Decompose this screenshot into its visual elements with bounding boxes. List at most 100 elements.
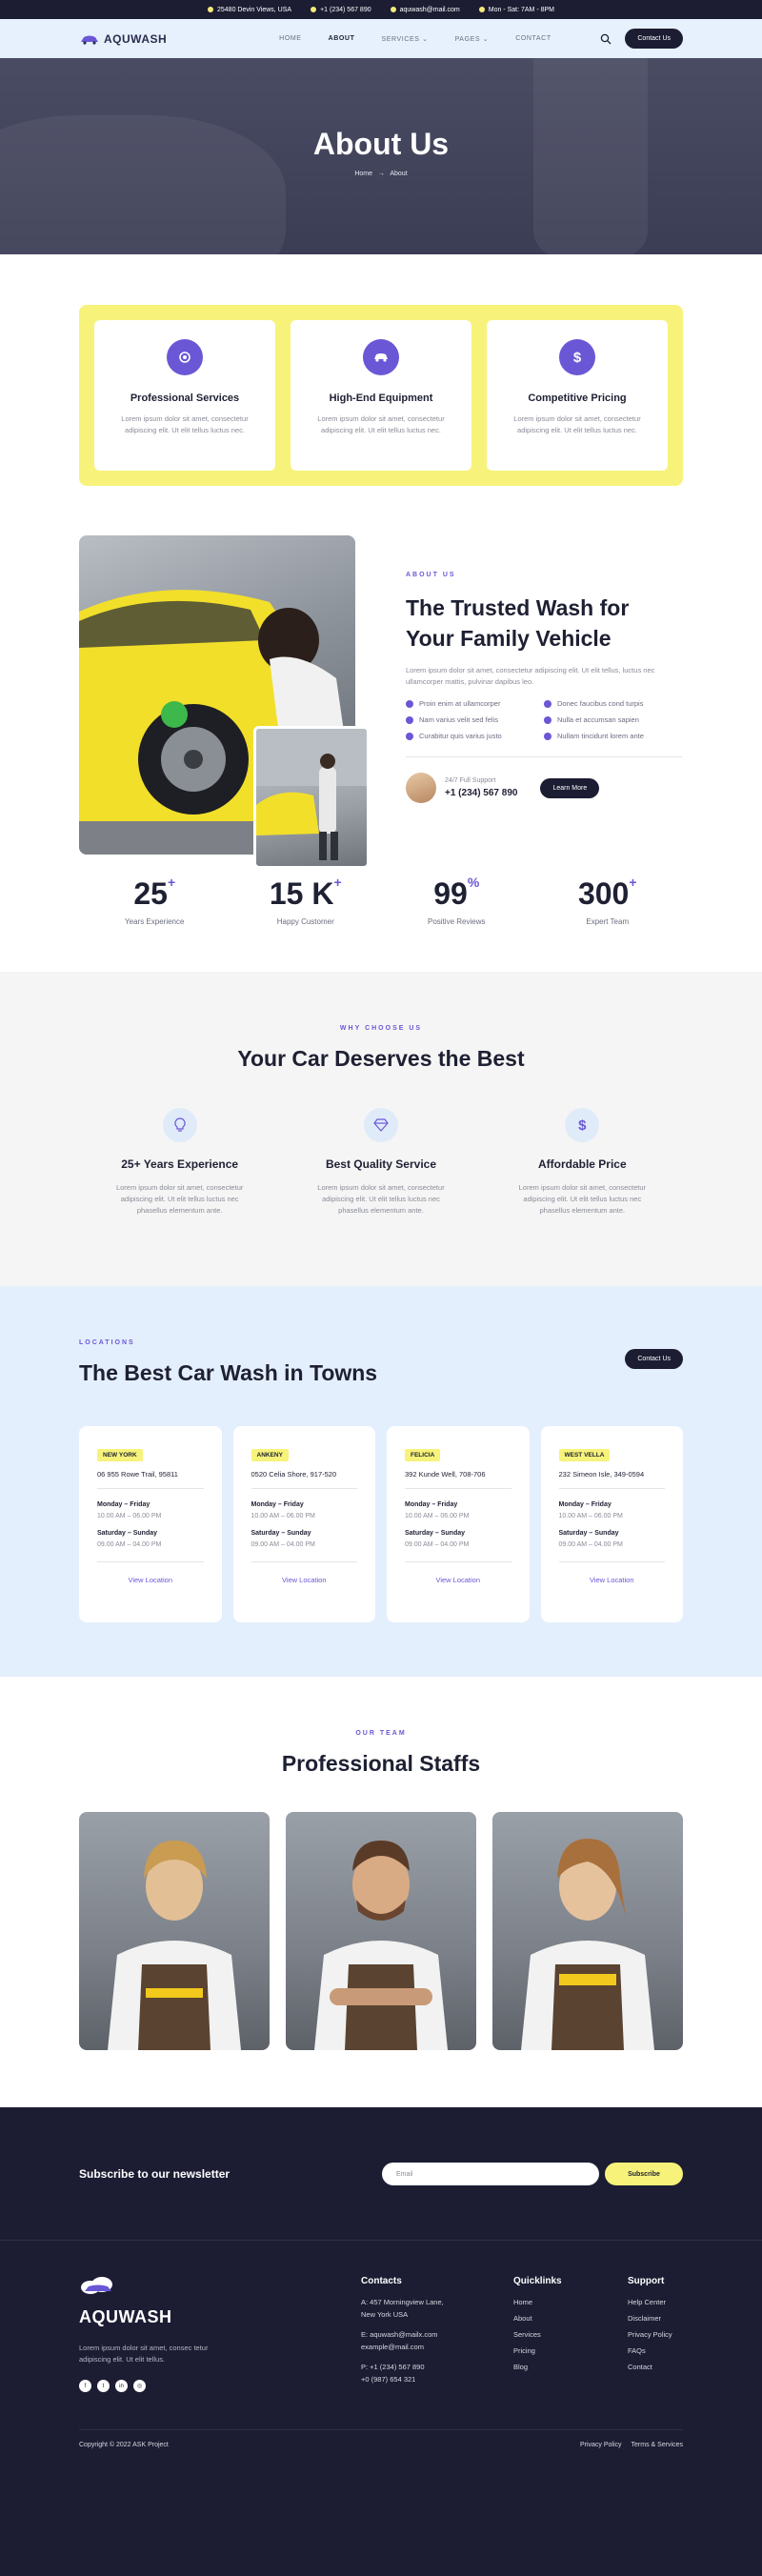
newsletter-title: Subscribe to our newsletter (79, 2167, 231, 2181)
footer-link[interactable]: Contact (628, 2361, 672, 2373)
site-logo[interactable]: AQUWASH (79, 32, 167, 46)
copyright: Copyright © 2022 ASK Project (79, 2442, 169, 2448)
footer-link[interactable]: About (513, 2312, 628, 2324)
address-line: A: 457 Morningview Lane, (361, 2298, 444, 2306)
view-location-link[interactable]: View Location (558, 1561, 665, 1584)
newsletter-form: Email Subscribe (382, 2163, 683, 2185)
facebook-icon[interactable]: f (79, 2380, 91, 2392)
topbar-email[interactable]: aquwash@mail.com (390, 7, 460, 13)
footer-link[interactable]: Pricing (513, 2345, 628, 2357)
stat-label: Happy Customer (276, 917, 334, 926)
nav-item-services[interactable]: SERVICES ⌄ (381, 35, 428, 43)
phone-icon (311, 7, 317, 12)
footer-link[interactable]: Home (513, 2296, 628, 2308)
footer-phone[interactable]: P: +1 (234) 567 890 +0 (987) 654 321 (361, 2361, 513, 2385)
location-hours: Monday – Friday 10.00 AM – 06.00 PM Satu… (559, 1501, 666, 1548)
learn-more-button[interactable]: Learn More (540, 777, 600, 798)
footer-column-title: Support (628, 2276, 665, 2286)
car-wash-small-photo (253, 726, 370, 869)
feature-card: Professional Services Lorem ipsum dolor … (94, 320, 275, 471)
support-row: 24/7 Full Support +1 (234) 567 890 Learn… (406, 773, 682, 803)
location-hours: Monday – Friday 10.00 AM – 06.00 PM Satu… (251, 1501, 358, 1548)
nav-item-contact[interactable]: CONTACT (515, 35, 551, 43)
twitter-icon[interactable]: t (97, 2380, 110, 2392)
address-line: New York USA (361, 2310, 409, 2319)
car-icon (363, 339, 399, 375)
footer-link[interactable]: Privacy Policy (628, 2328, 672, 2341)
hours-time: 09.00 AM – 04.00 PM (251, 1541, 315, 1548)
nav-item-pages[interactable]: PAGES ⌄ (455, 35, 490, 43)
view-location-link[interactable]: View Location (251, 1561, 357, 1584)
team-member-photo[interactable] (79, 1812, 270, 2050)
nav-item-home[interactable]: HOME (279, 35, 301, 43)
footer-column-title: Contacts (361, 2276, 402, 2286)
washer-illustration (256, 729, 367, 860)
feature-title: Professional Services (130, 392, 240, 404)
check-item: Donec faucibus cond turpis (544, 699, 682, 708)
stat-suffix: % (467, 875, 480, 890)
feature-card: High-End Equipment Lorem ipsum dolor sit… (291, 320, 471, 471)
nav-item-about[interactable]: ABOUT (329, 35, 355, 43)
section-eyebrow: WHY CHOOSE US (339, 1025, 423, 1032)
subscribe-button[interactable]: Subscribe (605, 2163, 683, 2185)
contact-us-button[interactable]: Contact Us (625, 1349, 683, 1369)
topbar-address-text: 25480 Devin Views, USA (217, 6, 292, 13)
footer-link[interactable]: Blog (513, 2361, 628, 2373)
footer-email[interactable]: E: aquwash@mailx.com example@mail.com (361, 2328, 513, 2353)
section-eyebrow: LOCATIONS (79, 1339, 135, 1346)
footer-support: Support Help Center Disclaimer Privacy P… (628, 2276, 672, 2393)
stat-number: 15 K+ (231, 875, 382, 912)
check-item: Curabitur quis varius justo (406, 732, 544, 740)
nav-item-services-label: SERVICES (381, 35, 420, 43)
view-location-link[interactable]: View Location (97, 1561, 204, 1584)
footer-link[interactable]: Services (513, 2328, 628, 2341)
topbar-phone[interactable]: +1 (234) 567 890 (311, 7, 371, 13)
why-choose-us-section: WHY CHOOSE US Your Car Deserves the Best… (0, 972, 762, 1286)
footer-link[interactable]: FAQs (628, 2345, 672, 2357)
team-member-photo[interactable] (286, 1812, 476, 2050)
view-location-link[interactable]: View Location (405, 1561, 511, 1584)
instagram-icon[interactable]: ◎ (133, 2380, 146, 2392)
page-hero: About Us Home → About (0, 58, 762, 254)
stat-number: 99% (381, 875, 532, 912)
locations-title: The Best Car Wash in Towns (79, 1360, 378, 1385)
email-input[interactable]: Email (382, 2163, 599, 2185)
about-title: The Trusted Wash for Your Family Vehicle (406, 593, 682, 654)
hours-day: Monday – Friday (97, 1501, 150, 1508)
chevron-down-icon: ⌄ (422, 35, 429, 43)
support-list: Help Center Disclaimer Privacy Policy FA… (628, 2296, 672, 2373)
check-icon (544, 715, 551, 724)
stat-number: 300+ (532, 875, 684, 912)
hours-day: Saturday – Sunday (251, 1530, 311, 1537)
terms-link[interactable]: Terms & Services (632, 2442, 683, 2448)
footer-link[interactable]: Help Center (628, 2296, 672, 2308)
why-item-text: Lorem ipsum dolor sit amet, consectetur … (518, 1183, 647, 1215)
footer-link[interactable]: Disclaimer (628, 2312, 672, 2324)
linkedin-icon[interactable]: in (115, 2380, 128, 2392)
contact-us-button[interactable]: Contact Us (625, 29, 683, 49)
chevron-down-icon: ⌄ (482, 35, 490, 43)
why-items: 25+ Years Experience Lorem ipsum dolor s… (79, 1108, 683, 1217)
about-lead: Lorem ipsum dolor sit amet, consectetur … (406, 666, 655, 686)
location-card: NEW YORK 06 955 Rowe Trail, 95811 Monday… (79, 1426, 222, 1622)
feature-title: High-End Equipment (329, 392, 433, 404)
footer-logo[interactable]: AQUWASH (79, 2307, 361, 2327)
location-card: WEST VELLA 232 Simeon Isle, 349-0594 Mon… (540, 1426, 683, 1622)
why-item-text: Lorem ipsum dolor sit amet, consectetur … (317, 1183, 445, 1215)
location-icon (208, 7, 213, 12)
stat-value: 300 (577, 876, 630, 911)
breadcrumb-home[interactable]: Home (354, 171, 372, 177)
team-member-photo[interactable] (492, 1812, 683, 2050)
feature-text: Lorem ipsum dolor sit amet, consectetur … (513, 414, 641, 434)
location-tag: NEW YORK (97, 1449, 143, 1461)
team-members (79, 1812, 683, 2050)
about-images (79, 535, 370, 869)
hours-day: Saturday – Sunday (405, 1530, 466, 1537)
footer-column-title: Quicklinks (513, 2276, 562, 2286)
location-tag: ANKENY (251, 1449, 289, 1461)
search-icon[interactable] (600, 33, 612, 45)
support-phone[interactable]: +1 (234) 567 890 (445, 788, 517, 798)
privacy-link[interactable]: Privacy Policy (580, 2442, 622, 2448)
clock-icon (478, 7, 485, 12)
site-footer: AQUWASH Lorem ipsum dolor sit amet, cons… (0, 2241, 762, 2576)
